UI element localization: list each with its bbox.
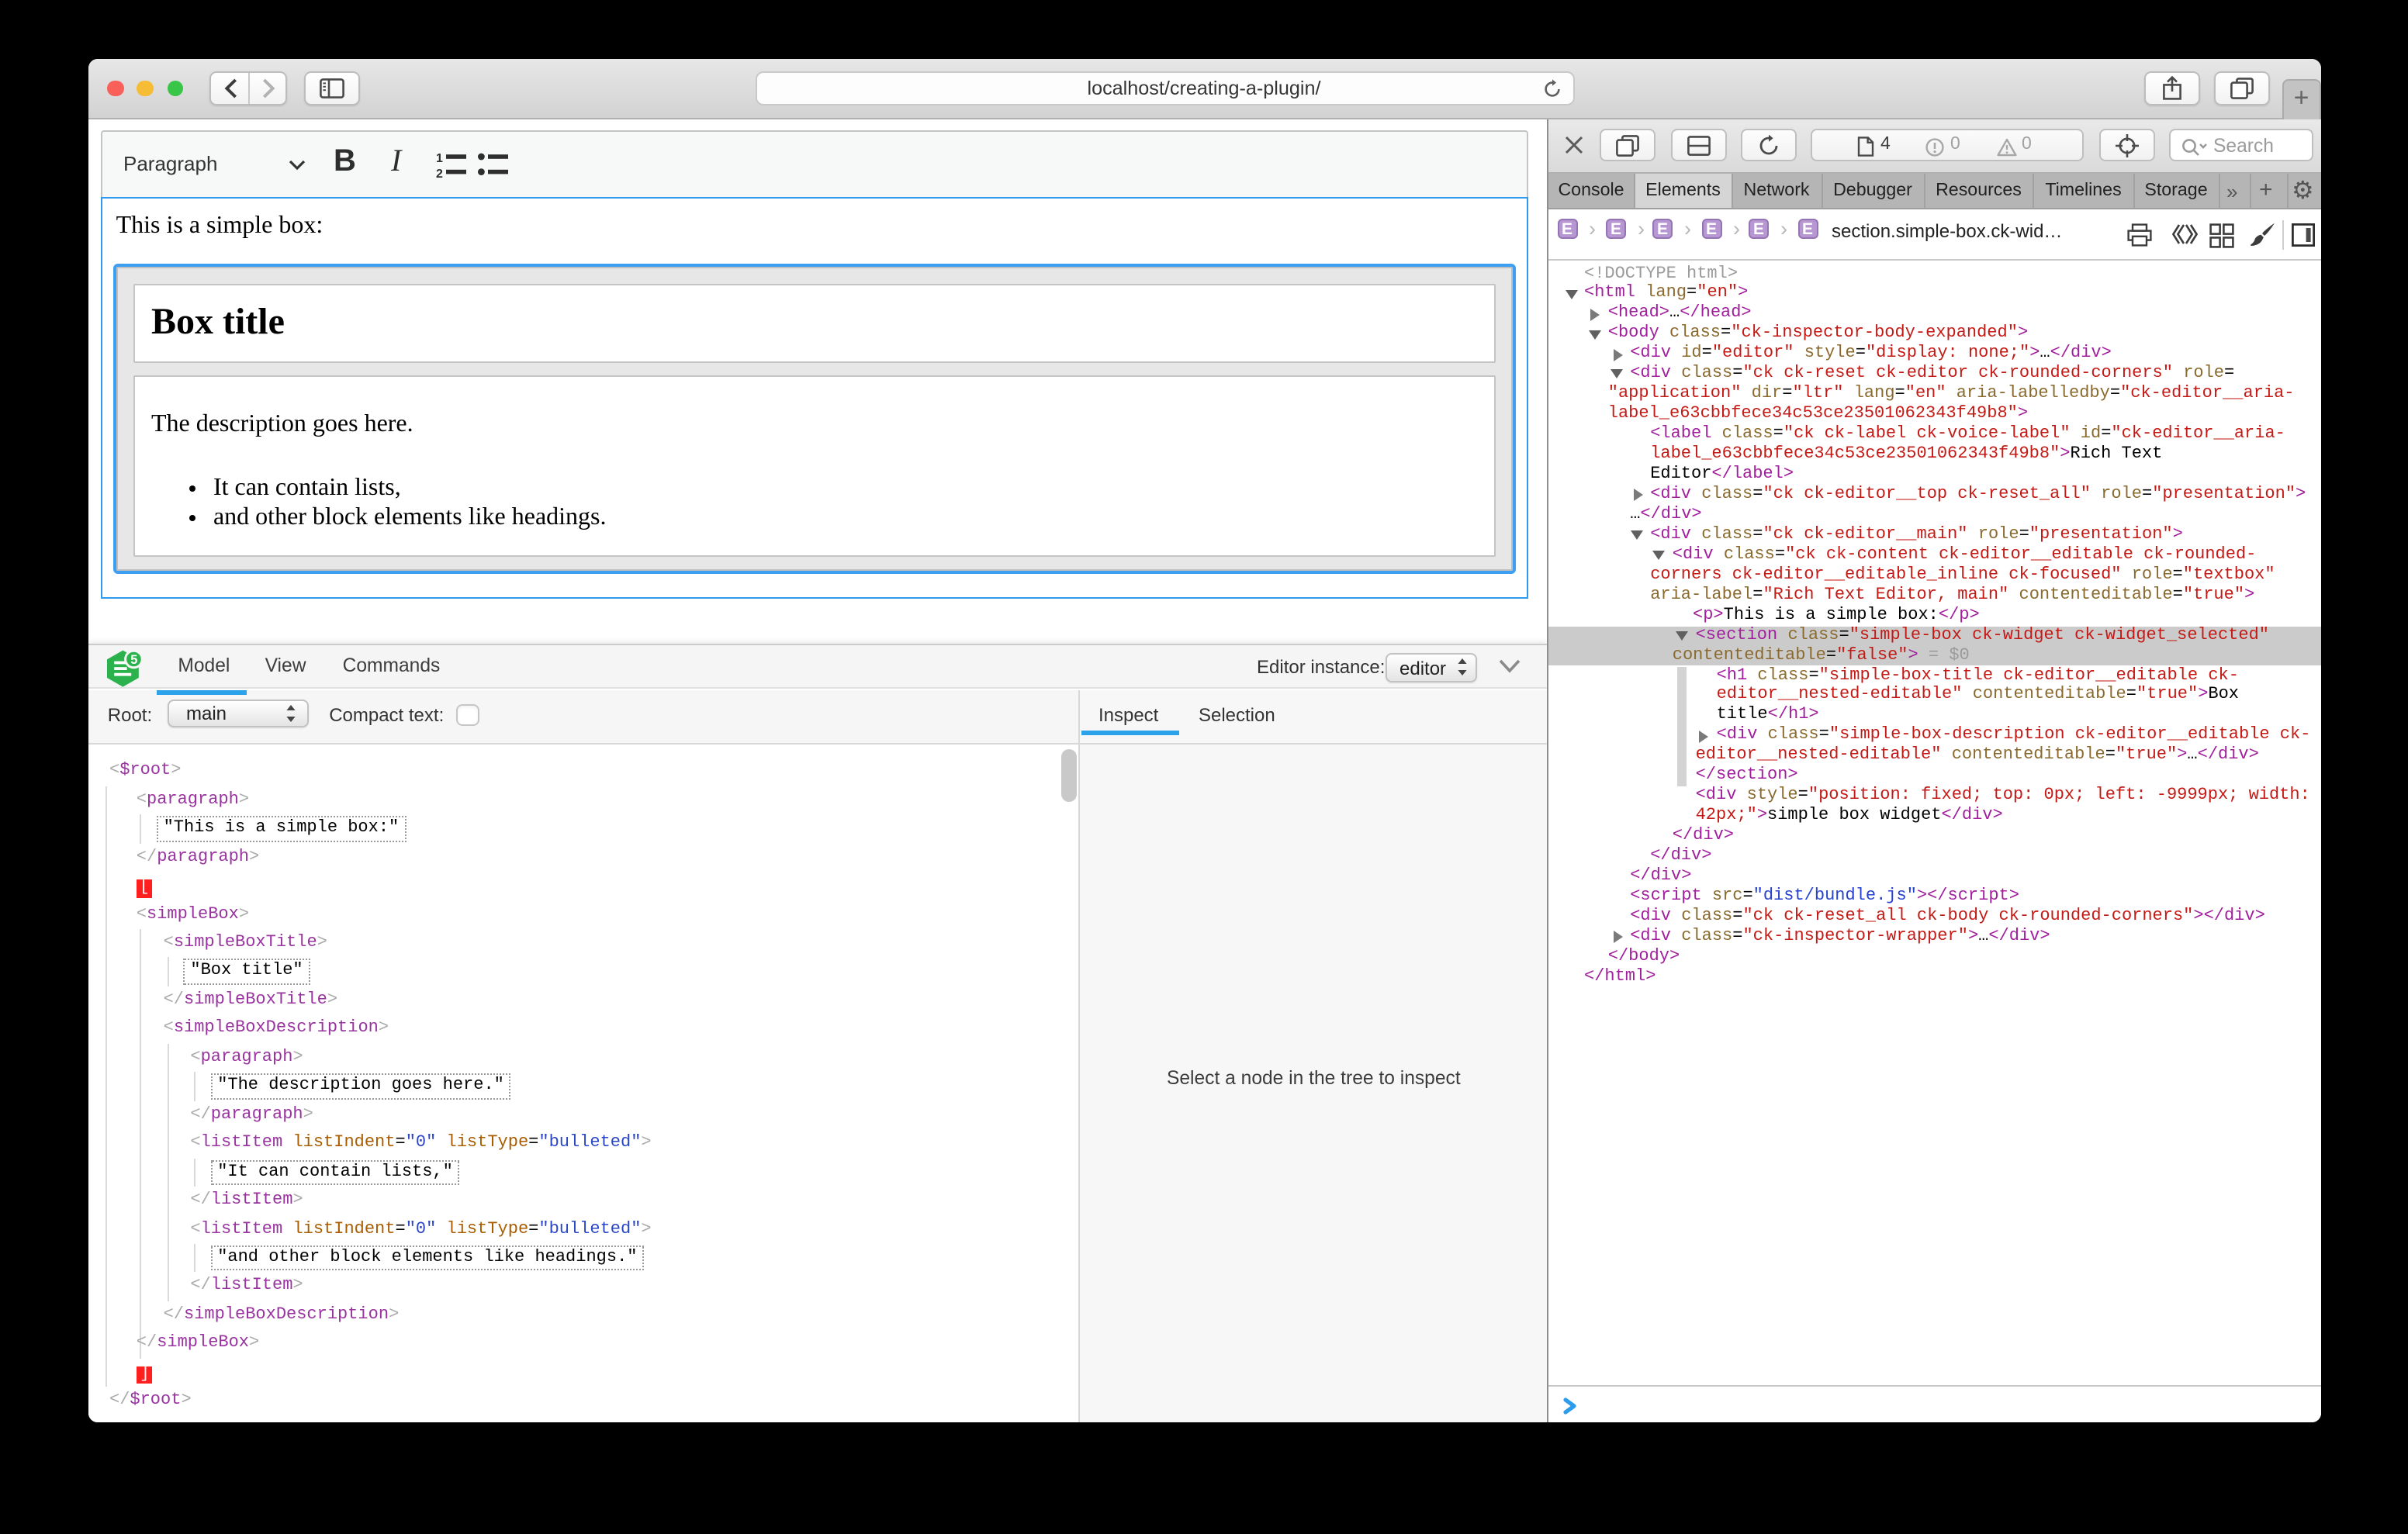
svg-text:1: 1 xyxy=(436,152,443,165)
svg-text:5: 5 xyxy=(130,653,137,667)
svg-text:2: 2 xyxy=(436,168,443,178)
